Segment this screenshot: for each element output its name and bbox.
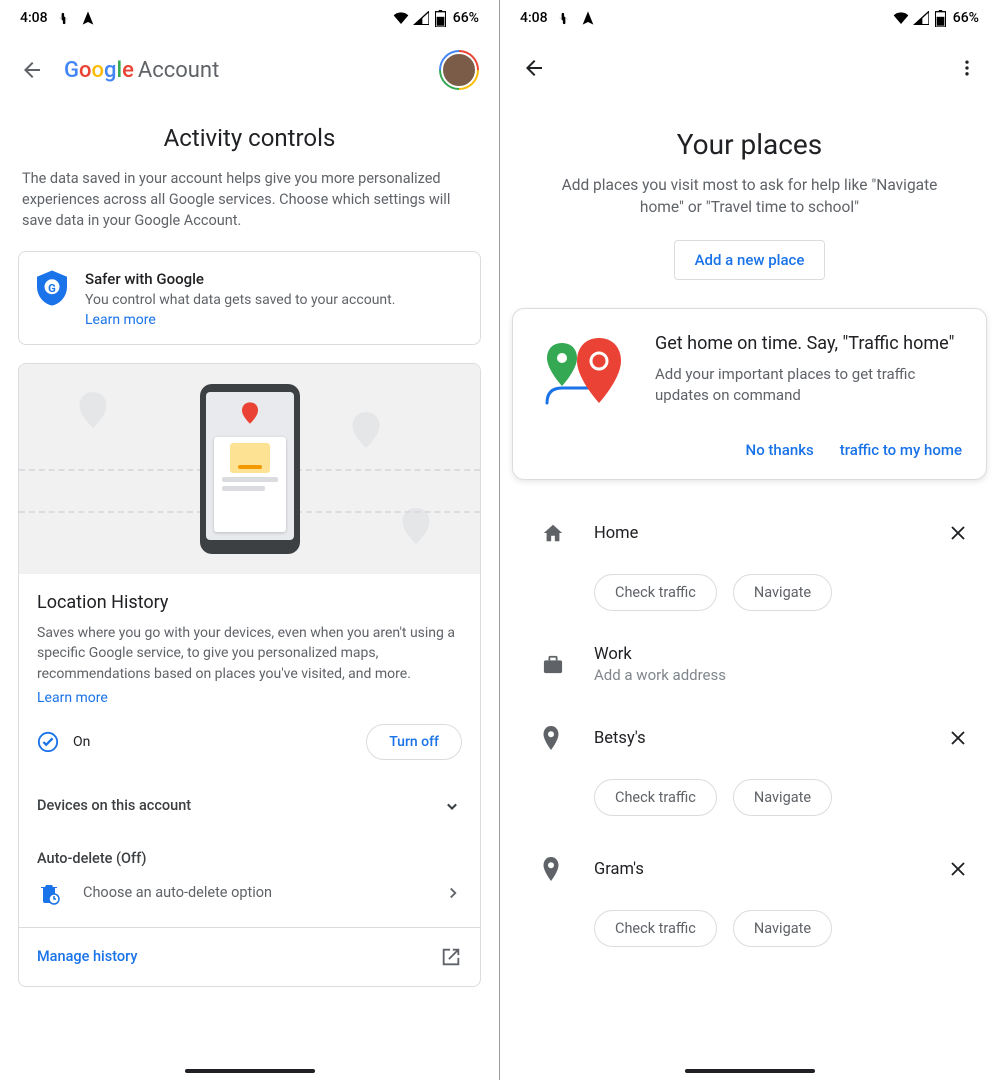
devices-label: Devices on this account — [37, 797, 191, 814]
add-new-place-button[interactable]: Add a new place — [674, 240, 826, 280]
safer-subtitle: You control what data gets saved to your… — [85, 292, 395, 308]
location-history-card: Location History Saves where you go with… — [18, 363, 481, 987]
place-chip[interactable]: Check traffic — [594, 779, 717, 816]
auto-delete-option-row[interactable]: Choose an auto-delete option — [37, 881, 462, 919]
safer-learn-more-link[interactable]: Learn more — [85, 312, 395, 328]
location-history-title: Location History — [37, 592, 462, 613]
safer-title: Safer with Google — [85, 270, 395, 288]
signal-icon — [413, 10, 429, 26]
status-time: 4:08 — [20, 10, 48, 26]
right-pane-your-places: 4:08 66% Your places Add places you visi… — [500, 0, 999, 1080]
slack-icon — [56, 10, 72, 26]
place-subtitle: Add a work address — [594, 666, 971, 684]
remove-place-button[interactable] — [945, 729, 971, 747]
place-name: Betsy's — [594, 729, 915, 748]
remove-place-button[interactable] — [945, 860, 971, 878]
signal-icon — [913, 10, 929, 26]
place-name: Work — [594, 645, 971, 664]
check-circle-icon — [37, 731, 59, 753]
home-icon — [542, 522, 564, 544]
place-item: Gram's Check traffic Navigate — [500, 846, 999, 977]
battery-icon — [933, 10, 949, 26]
pin-icon — [542, 857, 564, 881]
wifi-icon — [893, 10, 909, 26]
place-item: Betsy's Check traffic Navigate — [500, 715, 999, 846]
promo-no-thanks-button[interactable]: No thanks — [746, 441, 814, 459]
location-history-status: On — [73, 734, 90, 750]
place-row[interactable]: Work Add a work address — [542, 641, 971, 687]
promo-description: Add your important places to get traffic… — [655, 364, 962, 406]
back-button[interactable] — [522, 56, 546, 80]
place-row[interactable]: Gram's — [542, 846, 971, 892]
promo-title: Get home on time. Say, "Traffic home" — [655, 333, 962, 354]
your-places-subtitle: Add places you visit most to ask for hel… — [500, 175, 999, 218]
place-chip[interactable]: Check traffic — [594, 574, 717, 611]
battery-icon — [433, 10, 449, 26]
safer-with-google-card: G Safer with Google You control what dat… — [18, 251, 481, 345]
google-account-logo: Google Account — [64, 58, 219, 83]
place-row[interactable]: Betsy's — [542, 715, 971, 761]
nav-arrow-icon — [80, 10, 96, 26]
nav-arrow-icon — [580, 10, 596, 26]
remove-place-button[interactable] — [945, 524, 971, 542]
back-button[interactable] — [20, 58, 44, 82]
place-name: Gram's — [594, 860, 915, 879]
left-pane-google-account: 4:08 66% Google Account Activity control… — [0, 0, 499, 1080]
promo-illustration — [537, 333, 637, 413]
place-item: Work Add a work address — [500, 641, 999, 715]
shield-icon: G — [37, 270, 67, 306]
location-history-description: Saves where you go with your devices, ev… — [37, 623, 462, 684]
auto-delete-description: Choose an auto-delete option — [83, 884, 272, 901]
pin-icon — [542, 726, 564, 750]
account-avatar[interactable] — [439, 50, 479, 90]
external-link-icon — [440, 946, 462, 968]
overflow-menu-button[interactable] — [957, 58, 977, 78]
your-places-title: Your places — [500, 128, 999, 161]
devices-expander[interactable]: Devices on this account — [19, 780, 480, 832]
turn-off-button[interactable]: Turn off — [366, 724, 462, 760]
place-chip[interactable]: Check traffic — [594, 910, 717, 947]
status-bar: 4:08 66% — [500, 0, 999, 36]
status-bar: 4:08 66% — [0, 0, 499, 36]
battery-percent: 66% — [953, 10, 979, 26]
nav-handle[interactable] — [685, 1069, 815, 1073]
traffic-promo-card: Get home on time. Say, "Traffic home" Ad… — [512, 308, 987, 480]
svg-text:G: G — [48, 282, 56, 295]
battery-percent: 66% — [453, 10, 479, 26]
page-title: Activity controls — [0, 124, 499, 152]
work-icon — [542, 654, 564, 674]
chevron-down-icon — [442, 796, 462, 816]
place-chip[interactable]: Navigate — [733, 574, 832, 611]
status-time: 4:08 — [520, 10, 548, 26]
place-chip[interactable]: Navigate — [733, 910, 832, 947]
google-account-header: Google Account — [0, 36, 499, 100]
trash-clock-icon — [37, 881, 61, 905]
place-row[interactable]: Home — [542, 510, 971, 556]
location-history-learn-more-link[interactable]: Learn more — [37, 690, 462, 706]
auto-delete-label: Auto-delete (Off) — [37, 850, 462, 867]
location-illustration — [19, 364, 480, 574]
place-item: Home Check traffic Navigate — [500, 510, 999, 641]
manage-history-row[interactable]: Manage history — [19, 927, 480, 986]
manage-history-label: Manage history — [37, 948, 137, 965]
promo-traffic-home-button[interactable]: traffic to my home — [840, 441, 962, 459]
slack-icon — [556, 10, 572, 26]
nav-handle[interactable] — [185, 1069, 315, 1073]
wifi-icon — [393, 10, 409, 26]
place-name: Home — [594, 524, 915, 543]
place-chip[interactable]: Navigate — [733, 779, 832, 816]
intro-text: The data saved in your account helps giv… — [0, 168, 499, 231]
chevron-right-icon — [444, 884, 462, 902]
